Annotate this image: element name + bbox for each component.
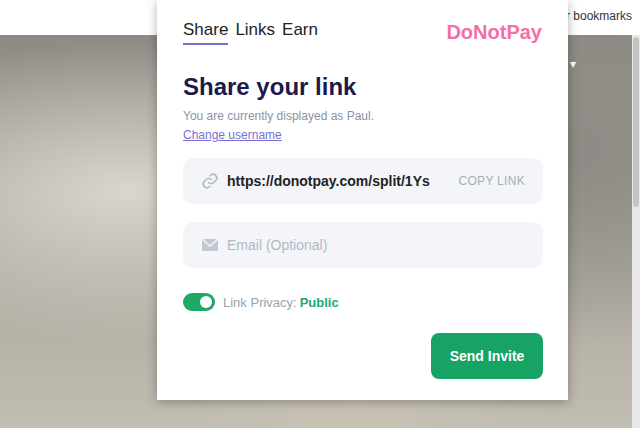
- change-username-link[interactable]: Change username: [183, 128, 282, 142]
- popup-header: Share Links Earn DoNotPay: [183, 20, 543, 45]
- menu-arrow-icon[interactable]: ▾: [570, 57, 576, 71]
- scrollbar-thumb[interactable]: [633, 37, 639, 207]
- email-field[interactable]: Email (Optional): [183, 222, 543, 268]
- subtitle: You are currently displayed as Paul.: [183, 109, 543, 123]
- copy-link-button[interactable]: COPY LINK: [458, 174, 525, 188]
- scrollbar[interactable]: [632, 35, 640, 428]
- share-popup: ShareLinksEarn DoNotPay Share your link …: [157, 0, 568, 400]
- browser-page: er bookmarks ▾ Share Links Earn DoNotPay S…: [0, 0, 640, 428]
- link-icon: [201, 172, 219, 190]
- privacy-row: Link Privacy: Public: [183, 293, 543, 311]
- other-bookmarks[interactable]: er bookmarks: [559, 9, 632, 23]
- tab[interactable]: Share: [183, 20, 228, 45]
- heading: Share your link: [183, 73, 543, 101]
- envelope-icon: [201, 238, 219, 252]
- tab-bar: Share Links Earn: [183, 20, 318, 45]
- email-placeholder: Email (Optional): [227, 237, 327, 253]
- privacy-value: Public: [300, 295, 339, 310]
- tab[interactable]: Links: [235, 20, 275, 45]
- privacy-label: Link Privacy:: [223, 295, 297, 310]
- donotpay-logo: DoNotPay: [446, 21, 542, 44]
- link-value: https://donotpay.com/split/1Ys: [227, 173, 450, 189]
- privacy-toggle[interactable]: [183, 293, 215, 311]
- toggle-knob: [200, 296, 212, 308]
- actions: Send Invite: [183, 333, 543, 379]
- link-field[interactable]: https://donotpay.com/split/1Ys COPY LINK: [183, 158, 543, 204]
- send-invite-button[interactable]: Send Invite: [431, 333, 543, 379]
- tab[interactable]: Earn: [282, 20, 318, 45]
